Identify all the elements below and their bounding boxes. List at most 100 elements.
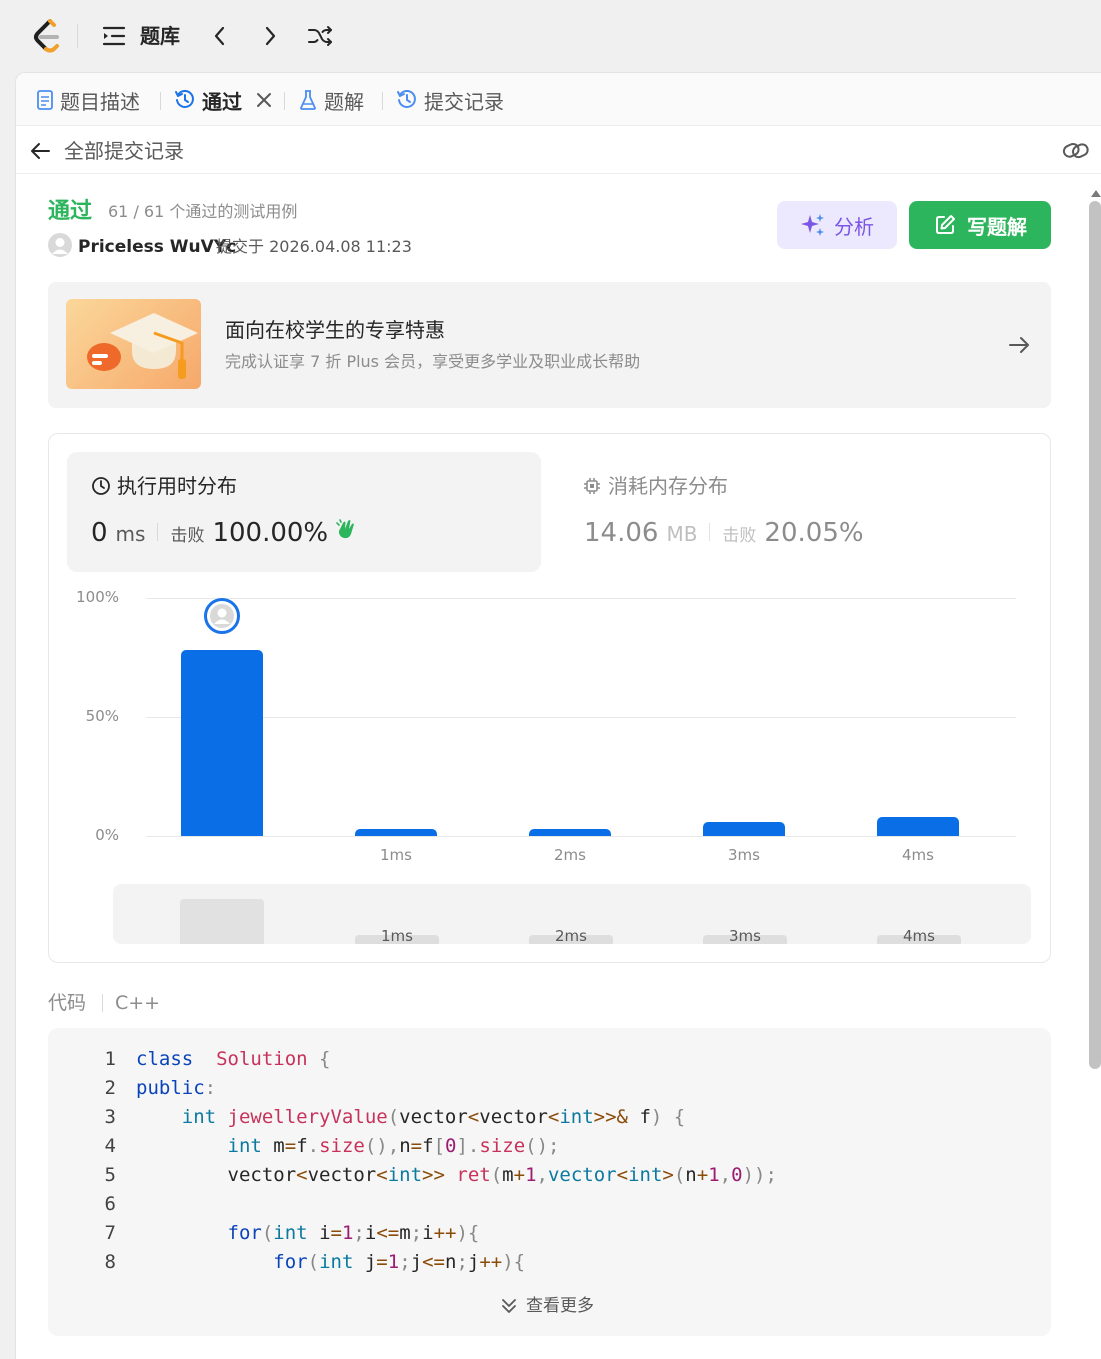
x-tick-label: 4ms <box>902 846 934 864</box>
code-line: 8 for(int j=1;j<=n;j++){ <box>48 1248 1051 1277</box>
line-number: 8 <box>104 1251 116 1273</box>
chart-gridline <box>146 836 1016 837</box>
memory-value: 14.06 <box>584 518 659 548</box>
code-line: 5 vector<vector<int>> ret(m+1,vector<int… <box>48 1161 1051 1190</box>
code-text: for(int j=1;j<=n;j++){ <box>273 1251 526 1273</box>
tab-label: 题目描述 <box>60 89 140 114</box>
chip-icon <box>584 478 600 494</box>
chevron-left-icon[interactable] <box>208 22 232 50</box>
chart-gridline <box>146 717 1016 718</box>
flask-icon <box>300 90 316 110</box>
code-line: 7 for(int i=1;i<=m;i++){ <box>48 1219 1051 1248</box>
show-more-button[interactable]: 查看更多 <box>500 1294 594 1318</box>
scrollbar-thumb[interactable] <box>1089 201 1101 1069</box>
range-selection-handle[interactable] <box>180 899 264 944</box>
chart-bar[interactable] <box>877 816 959 836</box>
code-line: 6 <box>48 1190 1051 1219</box>
y-tick-label: 0% <box>95 826 119 844</box>
show-more-label: 查看更多 <box>526 1296 594 1316</box>
runtime-unit: ms <box>115 522 146 546</box>
code-text: int m=f.size(),n=f[0].size(); <box>227 1135 560 1157</box>
code-text: vector<vector<int>> ret(m+1,vector<int>(… <box>136 1164 777 1186</box>
memory-beat-value: 20.05% <box>764 518 864 548</box>
chart-bar[interactable] <box>181 650 263 836</box>
analyze-label: 分析 <box>834 214 874 239</box>
tab-label: 题解 <box>324 89 364 114</box>
x-tick-label: 2ms <box>554 846 586 864</box>
memory-beat-label: 击败 <box>722 526 757 546</box>
runtime-label: 执行用时分布 <box>117 474 237 498</box>
y-tick-label: 100% <box>76 588 119 606</box>
minimap-label: 1ms <box>381 927 413 944</box>
tab-divider <box>160 92 161 110</box>
memory-values: 14.06 MB 击败 20.05% <box>584 516 864 550</box>
runtime-distribution-chart: 100% 50% 0% 1ms 2ms 3ms 4ms <box>49 584 1052 874</box>
code-line: 2 public: <box>48 1074 1051 1103</box>
tab-submissions[interactable]: 提交记录 <box>396 86 504 114</box>
link-icon[interactable] <box>1061 137 1091 165</box>
code-text: int jewelleryValue(vector<vector<int>>& … <box>181 1106 686 1128</box>
memory-distribution-tab[interactable]: 消耗内存分布 <box>582 472 728 500</box>
username-link[interactable]: Priceless WuVYc <box>78 235 236 259</box>
write-solution-label: 写题解 <box>967 214 1027 239</box>
runtime-distribution-tab[interactable]: 执行用时分布 0 ms 击败 100.00% <box>67 452 541 572</box>
history-icon <box>175 90 194 108</box>
memory-label: 消耗内存分布 <box>608 474 728 498</box>
graduation-cap-image <box>66 299 201 389</box>
code-line: 4 int m=f.size(),n=f[0].size(); <box>48 1132 1051 1161</box>
shuffle-icon[interactable] <box>306 22 334 50</box>
submission-panel: 题目描述 通过 题解 提交记录 全部提交记录 通过 61 / 61 个通过的测试… <box>15 72 1101 1359</box>
code-line: 1 class Solution { <box>48 1045 1051 1074</box>
runtime-value: 0 <box>91 518 108 548</box>
line-number: 5 <box>104 1164 116 1186</box>
submissions-header: 全部提交记录 <box>16 126 1101 174</box>
problem-bank-link[interactable]: 题库 <box>140 22 180 50</box>
chart-bar[interactable] <box>703 821 785 836</box>
code-language: C++ <box>115 992 161 1014</box>
arrow-left-icon[interactable] <box>28 138 54 164</box>
student-promo-banner[interactable]: 面向在校学生的专享特惠 完成认证享 7 折 Plus 会员，享受更多学业及职业成… <box>48 282 1051 408</box>
tab-solutions[interactable]: 题解 <box>298 86 364 114</box>
code-viewer: 查看更多 1 class Solution { 2 public: 3 int jewe… <box>48 1028 1051 1336</box>
minimap-label: 3ms <box>729 927 761 944</box>
divider <box>709 523 711 541</box>
chart-bar[interactable] <box>355 828 437 836</box>
problem-list-icon[interactable] <box>101 24 127 48</box>
double-chevron-down-icon <box>502 1299 516 1313</box>
runtime-values: 0 ms 击败 100.00% <box>91 516 358 550</box>
scroll-up-arrow-icon[interactable] <box>1090 183 1101 197</box>
chart-bar[interactable] <box>529 828 611 836</box>
code-text: class Solution { <box>136 1048 331 1070</box>
user-avatar[interactable] <box>48 233 72 257</box>
close-icon[interactable] <box>254 90 274 110</box>
code-line: 3 int jewelleryValue(vector<vector<int>>… <box>48 1103 1051 1132</box>
write-solution-button[interactable]: 写题解 <box>909 201 1051 249</box>
code-text: for(int i=1;i<=m;i++){ <box>227 1222 480 1244</box>
chevron-right-icon[interactable] <box>258 22 282 50</box>
clap-icon <box>336 519 355 539</box>
line-number: 7 <box>104 1222 116 1244</box>
analyze-button[interactable]: 分析 <box>777 201 897 249</box>
tab-divider <box>284 92 285 110</box>
runtime-label-row: 执行用时分布 <box>91 472 237 500</box>
tab-accepted[interactable]: 通过 <box>174 86 274 114</box>
tab-description[interactable]: 题目描述 <box>36 86 140 114</box>
x-tick-label: 3ms <box>728 846 760 864</box>
chart-gridline <box>146 598 1016 599</box>
submit-time: 提交于 2026.04.08 11:23 <box>216 237 412 256</box>
line-number: 1 <box>104 1048 116 1070</box>
line-number: 2 <box>104 1077 116 1099</box>
edit-icon <box>936 215 955 234</box>
leetcode-logo-icon[interactable] <box>33 19 63 53</box>
arrow-right-icon[interactable] <box>1006 332 1032 358</box>
tab-label: 通过 <box>202 89 242 114</box>
line-number: 6 <box>104 1193 116 1215</box>
divider <box>157 523 159 541</box>
code-label: 代码 <box>48 992 87 1014</box>
x-tick-label: 1ms <box>380 846 412 864</box>
tab-label: 提交记录 <box>424 89 504 114</box>
chart-range-selector[interactable]: 1ms 2ms 3ms 4ms <box>113 884 1031 944</box>
all-submissions-link[interactable]: 全部提交记录 <box>64 136 184 166</box>
top-navbar: 题库 <box>0 0 1101 72</box>
document-icon <box>37 90 53 110</box>
